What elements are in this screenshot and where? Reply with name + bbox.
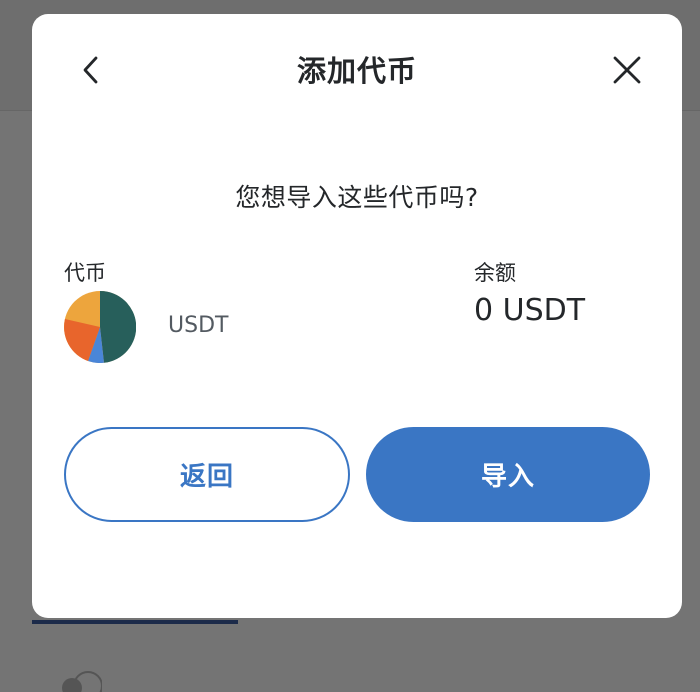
balance-column-header: 余额 — [474, 261, 516, 285]
add-token-modal: 添加代币 您想导入这些代币吗? 代币 余额 USDT 0 USDT 返回 导入 — [32, 14, 682, 618]
token-column-header: 代币 — [64, 261, 106, 285]
close-icon — [613, 56, 641, 84]
token-balance: 0 USDT — [474, 293, 586, 328]
close-button[interactable] — [606, 52, 648, 88]
token-symbol: USDT — [168, 313, 229, 338]
modal-title: 添加代币 — [296, 54, 417, 88]
background-partial-icon — [62, 671, 102, 692]
import-button[interactable]: 导入 — [366, 427, 650, 522]
cancel-button[interactable]: 返回 — [64, 427, 350, 522]
import-question: 您想导入这些代币吗? — [235, 183, 479, 212]
background-tab-underline — [32, 620, 238, 624]
token-pie-icon — [64, 291, 136, 363]
